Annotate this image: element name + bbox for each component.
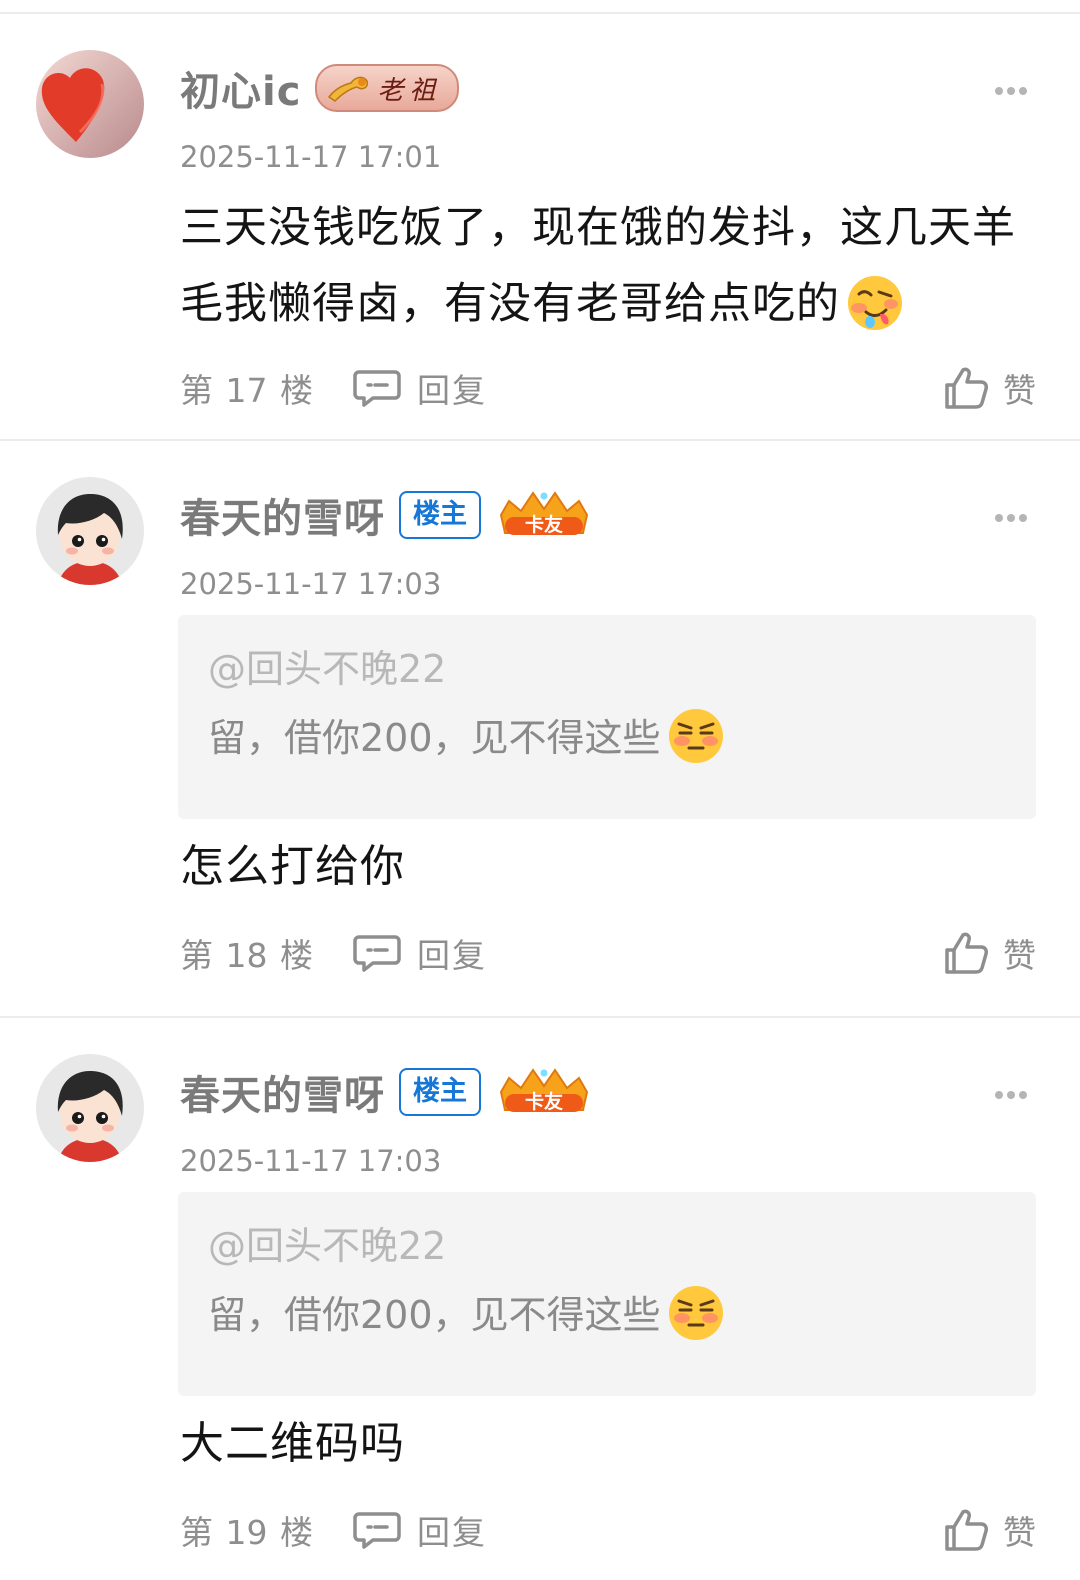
annoyed-face-emoji-icon — [667, 1284, 725, 1342]
like-label: 赞 — [1003, 936, 1036, 975]
card-friend-label: 卡友 — [525, 1090, 563, 1113]
girl-avatar-icon — [36, 1054, 144, 1162]
comment-footer: 第 19 楼 回复 赞 — [180, 1502, 1036, 1558]
timestamp: 2025-11-17 17:03 — [180, 1144, 442, 1178]
thumbs-up-icon — [945, 367, 989, 409]
comment-floor-19: 春天的雪呀 楼主 卡友 2025-11-17 17:03 @回头不晚22 留，借… — [0, 1018, 1080, 1580]
reply-label: 回复 — [416, 1513, 487, 1552]
comment-floor-18: 春天的雪呀 楼主 卡友 2025-11-17 17:03 @回头不晚22 留，借… — [0, 441, 1080, 1018]
card-friend-label: 卡友 — [525, 513, 563, 536]
reply-button[interactable]: 回复 — [353, 364, 487, 412]
comment-text: 大二维码吗 — [180, 1418, 405, 1469]
quoted-text: 留，借你200，见不得这些 — [208, 703, 1006, 773]
op-badge: 楼主 — [399, 1068, 481, 1116]
thumbs-up-icon — [945, 1509, 989, 1551]
girl-avatar-icon — [36, 477, 144, 585]
more-options-icon[interactable] — [994, 513, 1028, 523]
like-button[interactable]: 赞 — [943, 364, 1036, 412]
reply-label: 回复 — [416, 936, 487, 975]
more-options-icon[interactable] — [994, 1090, 1028, 1100]
op-badge: 楼主 — [399, 491, 481, 539]
comment-footer: 第 18 楼 回复 赞 — [180, 925, 1036, 981]
reply-icon — [353, 935, 401, 972]
quoted-text: 留，借你200，见不得这些 — [208, 1280, 1006, 1350]
quoted-user[interactable]: @回头不晚22 — [208, 1218, 1006, 1274]
reply-button[interactable]: 回复 — [353, 929, 487, 977]
like-button[interactable]: 赞 — [943, 929, 1036, 977]
annoyed-face-emoji-icon — [667, 707, 725, 765]
comment-floor-17: 初心ic 老祖 2025-11-17 17:01 三天没钱吃饭了，现在饿的发抖，… — [0, 14, 1080, 441]
like-label: 赞 — [1003, 371, 1036, 410]
avatar[interactable] — [36, 1054, 144, 1162]
quoted-user[interactable]: @回头不晚22 — [208, 641, 1006, 697]
username[interactable]: 初心ic — [180, 59, 301, 117]
floor-number: 第 17 楼 — [180, 371, 313, 410]
avatar[interactable] — [36, 50, 144, 158]
title-badge-label: 老祖 — [377, 75, 442, 106]
author-row: 春天的雪呀 楼主 卡友 — [180, 485, 593, 545]
like-label: 赞 — [1003, 1513, 1036, 1552]
like-button[interactable]: 赞 — [943, 1506, 1036, 1554]
comment-text: 三天没钱吃饭了，现在饿的发抖，这几天羊毛我懒得卤，有没有老哥给点吃的 — [180, 190, 1040, 342]
reply-label: 回复 — [416, 371, 487, 410]
quoted-reply[interactable]: @回头不晚22 留，借你200，见不得这些 — [178, 615, 1036, 819]
quoted-text-content: 留，借你200，见不得这些 — [208, 716, 661, 760]
card-friend-badge: 卡友 — [500, 491, 588, 536]
title-badge: 老祖 — [315, 64, 460, 112]
username[interactable]: 春天的雪呀 — [180, 486, 385, 544]
comment-footer: 第 17 楼 回复 赞 — [180, 360, 1036, 416]
reply-icon — [353, 370, 401, 407]
more-options-icon[interactable] — [994, 86, 1028, 96]
timestamp: 2025-11-17 17:03 — [180, 567, 442, 601]
floor-number: 第 18 楼 — [180, 936, 313, 975]
timestamp: 2025-11-17 17:01 — [180, 140, 442, 174]
card-friend-badge: 卡友 — [500, 1068, 588, 1113]
author-row: 初心ic 老祖 — [180, 58, 460, 118]
reply-icon — [353, 1512, 401, 1549]
avatar[interactable] — [36, 477, 144, 585]
drooling-face-emoji-icon — [848, 276, 902, 330]
floor-number: 第 19 楼 — [180, 1513, 313, 1552]
author-row: 春天的雪呀 楼主 卡友 — [180, 1062, 593, 1122]
heart-avatar-icon — [36, 50, 144, 158]
comment-text: 怎么打给你 — [180, 841, 405, 892]
reply-button[interactable]: 回复 — [353, 1506, 487, 1554]
thumbs-up-icon — [945, 932, 989, 974]
top-divider — [0, 0, 1080, 14]
quoted-text-content: 留，借你200，见不得这些 — [208, 1293, 661, 1337]
ruyi-icon — [328, 76, 369, 102]
quoted-reply[interactable]: @回头不晚22 留，借你200，见不得这些 — [178, 1192, 1036, 1396]
username[interactable]: 春天的雪呀 — [180, 1063, 385, 1121]
